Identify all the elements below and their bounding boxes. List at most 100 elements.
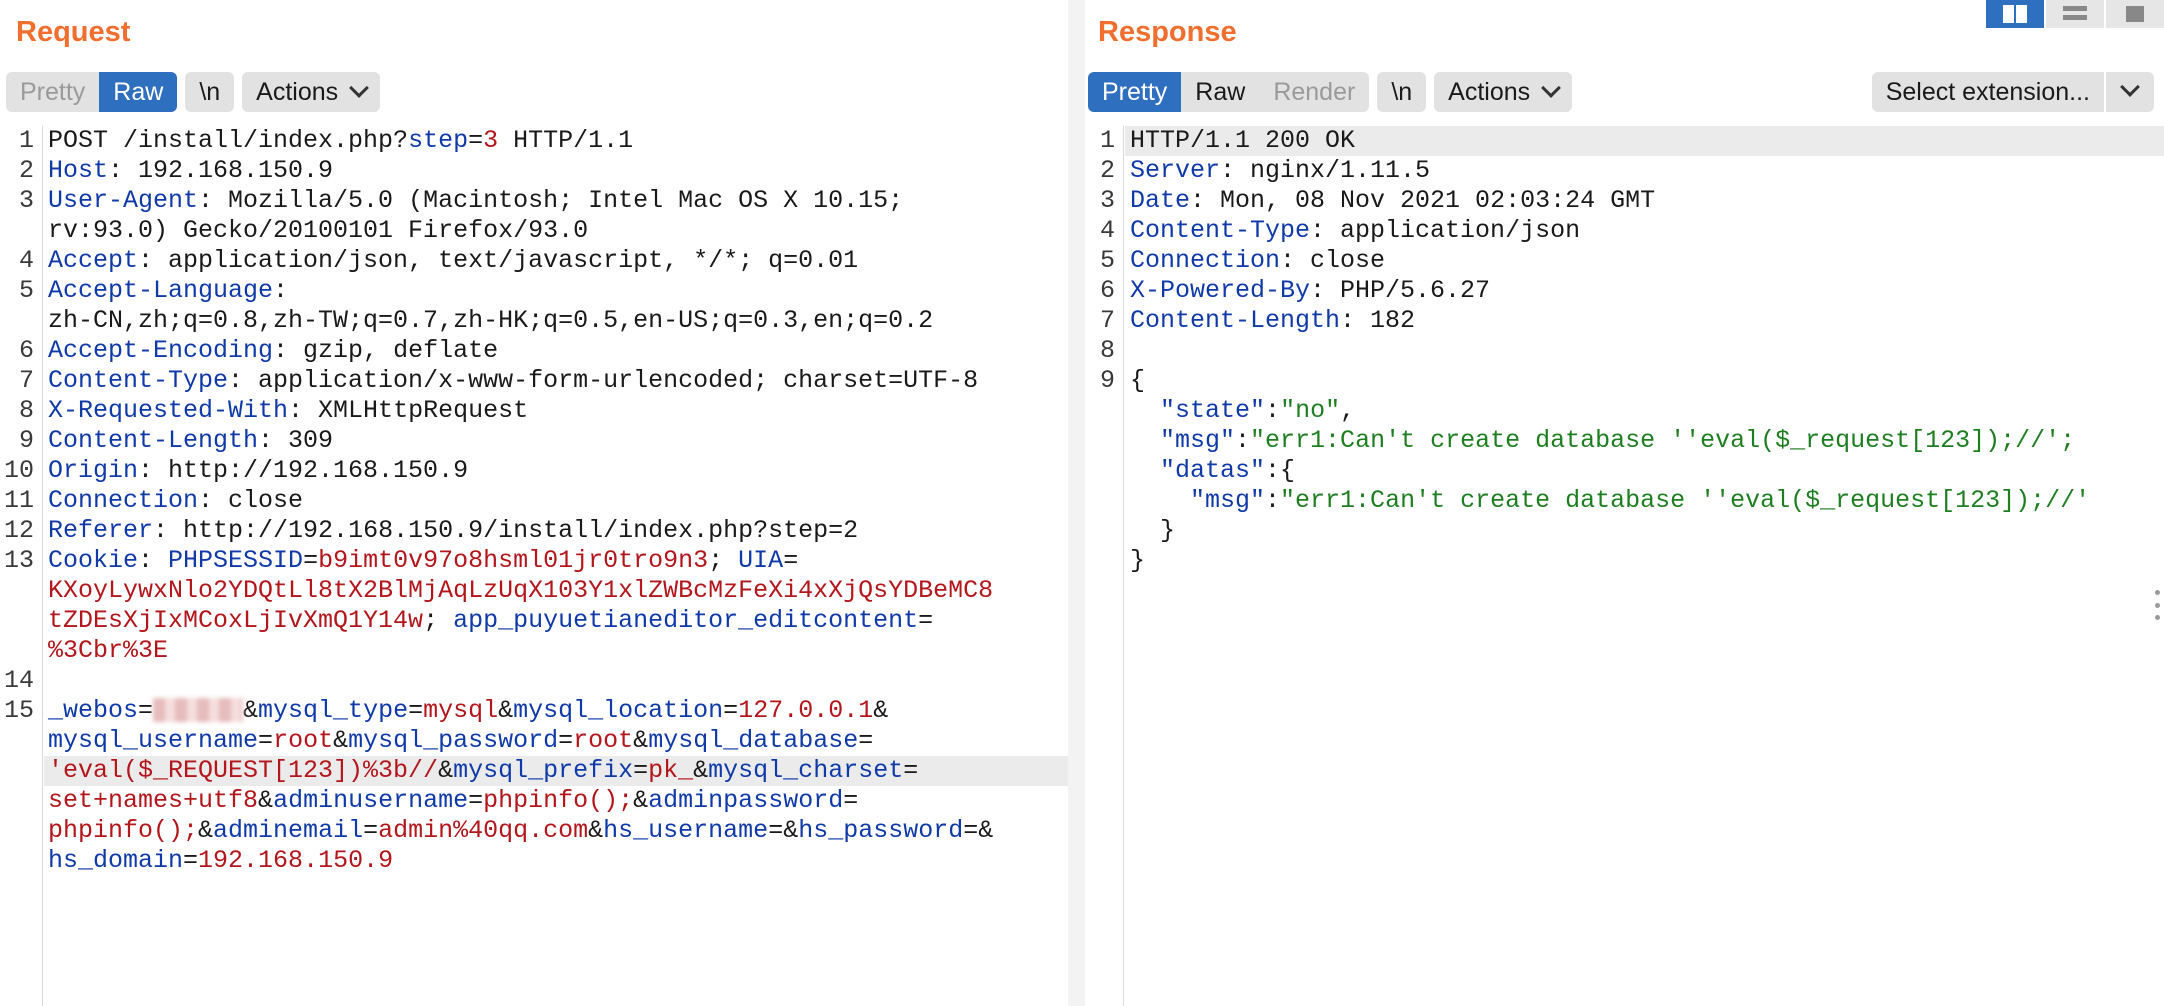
response-tab-raw[interactable]: Raw	[1181, 72, 1260, 112]
code-text: =	[363, 816, 379, 845]
param-name: adminpassword	[648, 786, 844, 815]
layout-stacked-icon[interactable]	[2046, 0, 2104, 28]
response-tab-pretty[interactable]: Pretty	[1088, 72, 1182, 112]
request-newline-toggle[interactable]: \n	[185, 72, 235, 112]
code-text: : http://192.168.150.9	[138, 456, 469, 485]
code-text: :{	[1265, 456, 1296, 485]
request-tab-raw[interactable]: Raw	[99, 72, 178, 112]
param-value: b9imt0v97o8hsml01jr0tro9n3	[318, 546, 709, 575]
code-text: {	[1130, 366, 1146, 395]
code-line: 5 Accept-Language:	[0, 276, 1068, 306]
resize-handle-icon[interactable]	[2155, 590, 2161, 620]
line-number: 2	[1099, 156, 1115, 185]
code-text: : XMLHttpRequest	[288, 396, 529, 425]
line-text: _webos= &mysql_type=mysql&mysql_location=…	[48, 696, 888, 726]
layout-side-by-side-icon[interactable]	[1986, 0, 2044, 28]
code-text: : http://192.168.150.9/install/index.php…	[153, 516, 859, 545]
line-text: Content-Length: 182	[1130, 306, 1415, 336]
param-name: adminusername	[273, 786, 469, 815]
code-text: =	[723, 696, 739, 725]
request-tab-pretty[interactable]: Pretty	[6, 72, 100, 112]
line-number: 1	[1099, 126, 1115, 155]
code-text: : gzip, deflate	[273, 336, 499, 365]
code-line: 15 _webos= &mysql_type=mysql&mysql_locatio…	[0, 696, 1068, 726]
request-editor[interactable]: 1 POST /install/index.php?step=3 HTTP/1.1…	[0, 126, 1068, 1006]
extension-select-label: Select extension...	[1885, 78, 2090, 106]
code-text: :	[1265, 486, 1281, 515]
response-newline-toggle[interactable]: \n	[1377, 72, 1427, 112]
code-line: "datas":{	[1085, 456, 2164, 486]
param-name: mysql_charset	[708, 756, 904, 785]
line-text: Accept-Encoding: gzip, deflate	[48, 336, 498, 366]
code-line: hs_domain=192.168.150.9	[0, 846, 1068, 876]
response-tab-render[interactable]: Render	[1259, 72, 1370, 112]
line-text: Accept: application/json, text/javascrip…	[48, 246, 858, 276]
line-text: "datas":{	[1130, 456, 1295, 486]
code-line: rv:93.0) Gecko/20100101 Firefox/93.0	[0, 216, 1068, 246]
line-text: Content-Length: 309	[48, 426, 333, 456]
code-text: : 309	[258, 426, 334, 455]
code-text: =	[258, 726, 274, 755]
param-name: Accept-Encoding	[48, 336, 274, 365]
code-text: &	[243, 696, 259, 725]
line-number: 5	[1099, 246, 1115, 275]
layout-tabs-icon[interactable]	[2106, 0, 2164, 28]
code-line: 4 Accept: application/json, text/javascri…	[0, 246, 1068, 276]
code-line: 7 Content-Length: 182	[1085, 306, 2164, 336]
param-name: "datas"	[1160, 456, 1266, 485]
code-text: =	[558, 726, 574, 755]
line-text: Origin: http://192.168.150.9	[48, 456, 468, 486]
param-name: "state"	[1160, 396, 1266, 425]
param-value: set+names+utf8	[48, 786, 259, 815]
code-line: 13 Cookie: PHPSESSID=b9imt0v97o8hsml01jr0…	[0, 546, 1068, 576]
chevron-down-icon	[349, 78, 370, 98]
line-text: HTTP/1.1 200 OK	[1130, 126, 1355, 156]
code-text: }	[1130, 546, 1146, 575]
extension-dropdown-button[interactable]	[2104, 72, 2154, 112]
param-name: Accept	[48, 246, 139, 275]
line-text: Server: nginx/1.11.5	[1130, 156, 1430, 186]
response-title: Response	[1098, 16, 1237, 48]
code-text: =	[843, 786, 859, 815]
code-text: &	[438, 756, 454, 785]
param-name: X-Powered-By	[1130, 276, 1311, 305]
chevron-down-icon	[2120, 77, 2140, 97]
line-number: 9	[1099, 366, 1115, 395]
line-text: KXoyLywxNlo2YDQtLl8tX2BlMjAqLzUqX103Y1xl…	[48, 576, 993, 606]
code-text: &	[198, 816, 214, 845]
line-text: tZDEsXjIxMCoxLjIvXmQ1Y14w; app_puyuetian…	[48, 606, 933, 636]
param-value: "no"	[1280, 396, 1341, 425]
param-name: Content-Length	[1130, 306, 1341, 335]
param-name: mysql_location	[513, 696, 724, 725]
line-number: 2	[18, 156, 34, 185]
response-editor[interactable]: 1 HTTP/1.1 200 OK 2 Server: nginx/1.11.5 3 Da…	[1085, 126, 2164, 1006]
response-actions-button[interactable]: Actions	[1434, 72, 1573, 112]
code-text: =	[183, 846, 199, 875]
param-value: phpinfo();	[48, 816, 199, 845]
code-line: 11 Connection: close	[0, 486, 1068, 516]
line-text: %3Cbr%3E	[48, 636, 168, 666]
line-text: Referer: http://192.168.150.9/install/in…	[48, 516, 858, 546]
code-line: %3Cbr%3E	[0, 636, 1068, 666]
code-text: =&	[768, 816, 799, 845]
param-name: Date	[1130, 186, 1191, 215]
line-text: phpinfo();&adminemail=admin%40qq.com&hs_…	[48, 816, 993, 846]
code-line: }	[1085, 546, 2164, 576]
line-number: 8	[18, 396, 34, 425]
request-actions-button[interactable]: Actions	[242, 72, 381, 112]
param-value: 192.168.150.9	[198, 846, 394, 875]
line-number: 6	[1099, 276, 1115, 305]
code-line: 1 POST /install/index.php?step=3 HTTP/1.1	[0, 126, 1068, 156]
response-actions-label: Actions	[1448, 78, 1531, 106]
code-text: : Mon, 08 Nov 2021 02:03:24 GMT	[1190, 186, 1656, 215]
pane-divider[interactable]	[1068, 0, 1085, 1006]
code-text: HTTP/1.1 200 OK	[1130, 126, 1356, 155]
param-name: UIA	[738, 546, 784, 575]
line-text: Host: 192.168.150.9	[48, 156, 333, 186]
extension-select[interactable]: Select extension...	[1871, 72, 2154, 112]
code-text: rv:93.0) Gecko/20100101 Firefox/93.0	[48, 216, 589, 245]
line-text: }	[1130, 516, 1175, 546]
param-name: "msg"	[1160, 426, 1236, 455]
line-text: "state":"no",	[1130, 396, 1355, 426]
